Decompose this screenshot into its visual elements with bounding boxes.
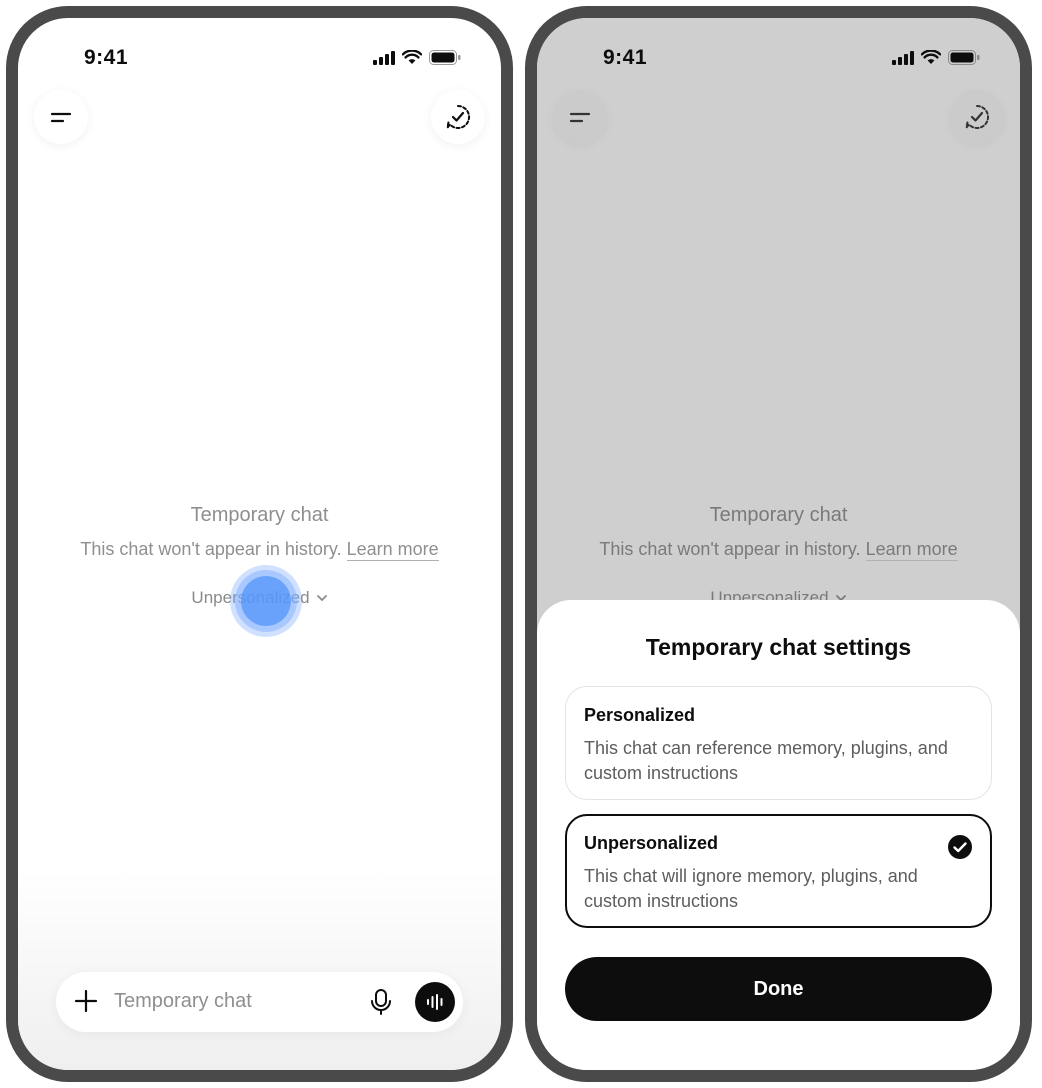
wifi-icon (402, 50, 422, 64)
tap-indicator-core (241, 576, 291, 626)
option-unpersonalized[interactable]: Unpersonalized This chat will ignore mem… (565, 814, 992, 928)
cellular-signal-icon (892, 50, 914, 65)
microphone-icon[interactable] (367, 987, 395, 1017)
temporary-chat-check-icon (964, 104, 990, 131)
selected-check-icon (948, 835, 972, 859)
done-button[interactable]: Done (565, 957, 992, 1021)
temporary-chat-title: Temporary chat (709, 504, 848, 526)
temporary-chat-settings-sheet: Temporary chat settings Personalized Thi… (537, 600, 1020, 1070)
learn-more-link[interactable]: Learn more (865, 539, 958, 561)
option-title: Personalized (584, 705, 696, 725)
temporary-chat-check-icon (445, 104, 471, 131)
history-notice: This chat won't appear in history. (599, 539, 861, 559)
right-screen: 9:41 Temporary chat This chat won't appe… (537, 18, 1020, 1070)
status-icons (892, 50, 980, 65)
voice-mode-button[interactable] (415, 982, 455, 1022)
chevron-down-icon (316, 595, 327, 601)
history-notice: This chat won't appear in history. (80, 539, 342, 559)
phone-right-frame: 9:41 Temporary chat This chat won't appe… (525, 6, 1032, 1082)
bottom-fade (18, 870, 501, 1070)
sheet-title: Temporary chat settings (645, 634, 912, 660)
battery-icon (948, 50, 980, 65)
option-description: This chat will ignore memory, plugins, a… (584, 866, 918, 911)
plus-icon[interactable] (72, 987, 100, 1015)
menu-icon (50, 112, 72, 123)
temporary-chat-info: Temporary chat This chat won't appear in… (537, 504, 1020, 608)
phone-left-frame: 9:41 Temporary chat This chat won't appe… (6, 6, 513, 1082)
option-description: This chat can reference memory, plugins,… (584, 738, 948, 783)
cellular-signal-icon (373, 50, 395, 65)
option-title: Unpersonalized (584, 833, 719, 853)
menu-button[interactable] (553, 90, 607, 144)
status-time: 9:41 (84, 46, 129, 69)
left-screen: 9:41 Temporary chat This chat won't appe… (18, 18, 501, 1070)
wifi-icon (921, 50, 941, 64)
tap-indicator (230, 565, 302, 637)
status-time: 9:41 (603, 46, 648, 69)
voice-waveform-icon (427, 994, 443, 1010)
menu-icon (569, 112, 591, 123)
temporary-chat-title: Temporary chat (190, 504, 329, 526)
temporary-chat-button[interactable] (950, 90, 1004, 144)
status-bar: 9:41 (537, 44, 1020, 74)
option-personalized[interactable]: Personalized This chat can reference mem… (565, 686, 992, 800)
temporary-chat-subtitle: This chat won't appear in history. Learn… (18, 539, 501, 561)
status-bar: 9:41 (18, 44, 501, 74)
temporary-chat-button[interactable] (431, 90, 485, 144)
message-input[interactable] (114, 986, 334, 1016)
status-icons (373, 50, 461, 65)
menu-button[interactable] (34, 90, 88, 144)
message-composer (56, 972, 463, 1032)
temporary-chat-subtitle: This chat won't appear in history. Learn… (537, 539, 1020, 561)
learn-more-link[interactable]: Learn more (346, 539, 439, 561)
battery-icon (429, 50, 461, 65)
